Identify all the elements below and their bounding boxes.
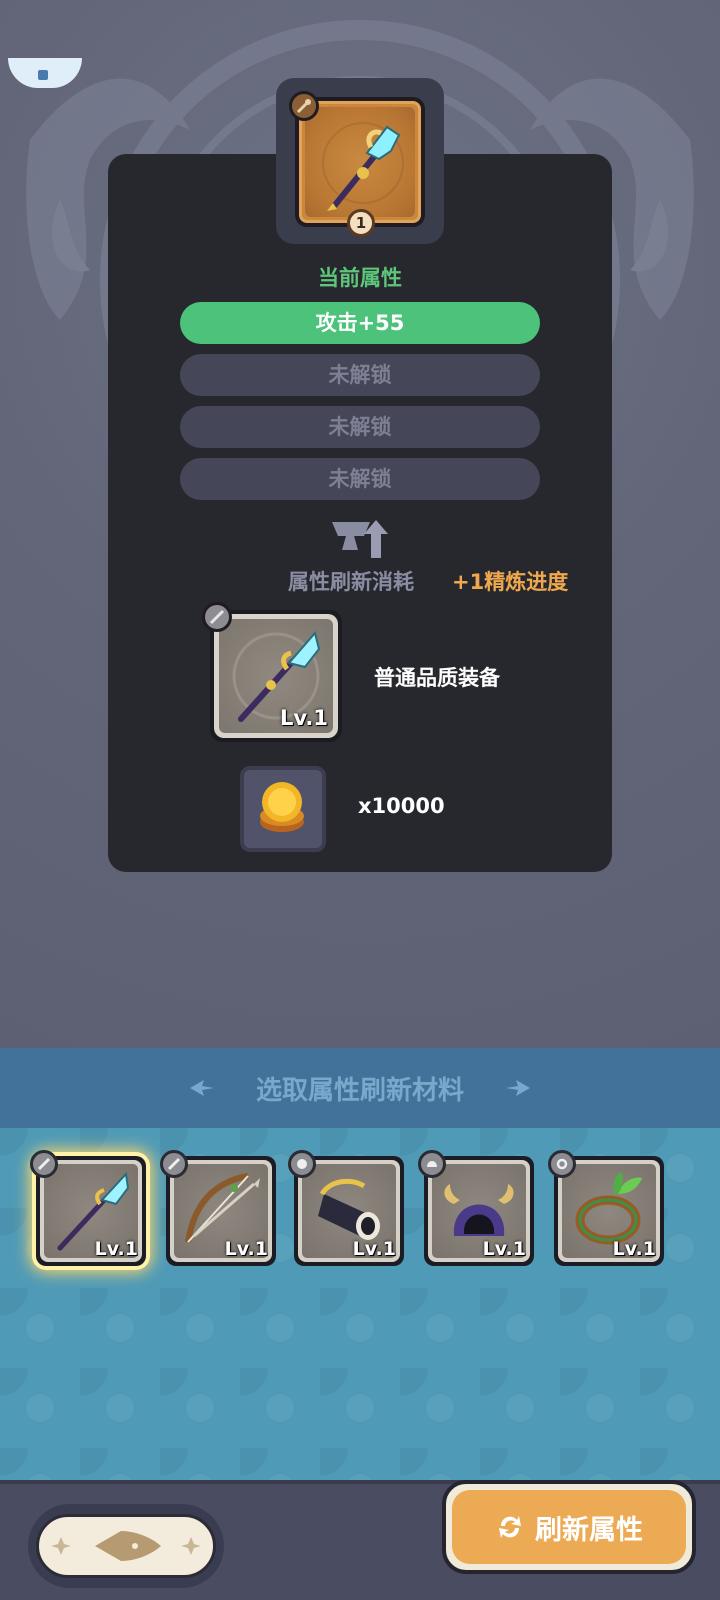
material-item-2[interactable]: Lv.1 [160, 1150, 276, 1266]
material-item-1[interactable]: Lv.1 [30, 1150, 146, 1266]
item-level: Lv.1 [94, 1238, 138, 1260]
refine-progress-label: +1精炼进度 [452, 570, 569, 594]
refresh-button-label: 刷新属性 [535, 1514, 643, 1546]
picker-title: 选取属性刷新材料 [255, 1076, 464, 1106]
item-level: Lv.1 [482, 1238, 526, 1260]
material-picker-header: 选取属性刷新材料 [0, 1048, 720, 1128]
attribute-row-3: 未解锁 [180, 406, 540, 448]
material-item-5[interactable]: Lv.1 [548, 1150, 664, 1266]
attribute-row-1: 攻击+55 [180, 302, 540, 344]
item-level: Lv.1 [224, 1238, 268, 1260]
refresh-attributes-button[interactable]: 刷新属性 [442, 1480, 696, 1574]
item-level: Lv.1 [612, 1238, 656, 1260]
refresh-icon [499, 1516, 521, 1538]
sword-type-icon [30, 1150, 58, 1178]
staff-type-icon [289, 91, 319, 121]
equipment-slot[interactable]: 1 [289, 91, 425, 237]
ring-type-icon [548, 1150, 576, 1178]
crystal-staff-icon [322, 122, 404, 211]
material-quality-label: 普通品质装备 [374, 666, 500, 690]
material-item-4[interactable]: Lv.1 [418, 1150, 534, 1266]
coin-amount: x10000 [358, 794, 445, 818]
attribute-row-4: 未解锁 [180, 458, 540, 500]
back-button[interactable] [28, 1504, 224, 1588]
arrow-left-icon [506, 1080, 530, 1096]
back-arrow-icon [51, 1531, 201, 1561]
helmet-type-icon [418, 1150, 446, 1178]
material-slot[interactable]: Lv.1 [202, 602, 338, 738]
sword-type-icon [160, 1150, 188, 1178]
material-level: Lv.1 [280, 706, 328, 730]
refresh-cost-label: 属性刷新消耗 [288, 570, 414, 594]
attribute-row-2: 未解锁 [180, 354, 540, 396]
coin-slot [240, 766, 326, 852]
glove-type-icon [288, 1150, 316, 1178]
anvil-upgrade-icon [332, 520, 388, 558]
item-level: Lv.1 [352, 1238, 396, 1260]
material-item-3[interactable]: Lv.1 [288, 1150, 404, 1266]
current-attributes-title: 当前属性 [318, 266, 402, 290]
equipment-count-badge: 1 [347, 209, 375, 237]
sword-type-icon [202, 602, 232, 632]
gold-coin-stack-icon [260, 782, 304, 832]
